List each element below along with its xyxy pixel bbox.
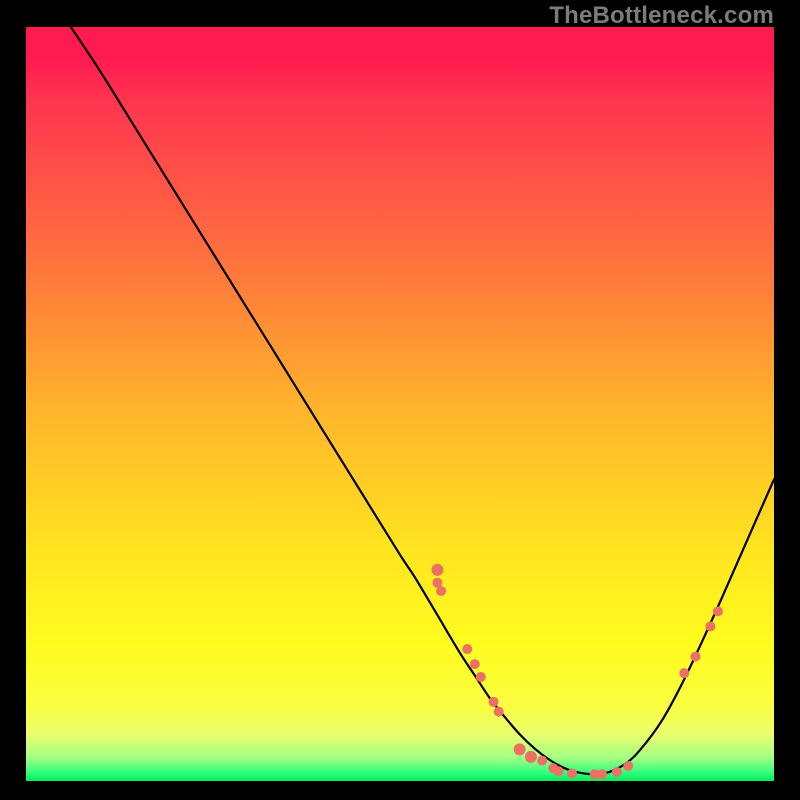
watermark-label: TheBottleneck.com bbox=[549, 2, 774, 30]
curve-marker bbox=[612, 767, 622, 777]
curve-marker bbox=[597, 769, 607, 779]
curve-marker bbox=[436, 586, 446, 596]
curve-marker bbox=[679, 668, 689, 678]
curve-marker bbox=[514, 743, 526, 755]
curve-marker bbox=[476, 672, 486, 682]
curve-marker bbox=[431, 564, 443, 576]
curve-marker bbox=[525, 751, 537, 763]
chart-svg bbox=[26, 27, 774, 781]
curve-marker bbox=[623, 761, 633, 771]
curve-line bbox=[71, 27, 774, 774]
curve-marker bbox=[705, 621, 715, 631]
curve-marker bbox=[554, 766, 564, 776]
curve-markers bbox=[431, 564, 723, 779]
curve-marker bbox=[713, 606, 723, 616]
curve-marker bbox=[494, 707, 504, 717]
curve-marker bbox=[462, 644, 472, 654]
curve-marker bbox=[470, 659, 480, 669]
curve-marker bbox=[537, 756, 547, 766]
curve-marker bbox=[567, 768, 577, 778]
chart-frame: TheBottleneck.com bbox=[0, 0, 800, 800]
curve-marker bbox=[489, 697, 499, 707]
plot-area bbox=[26, 27, 774, 781]
curve-marker bbox=[690, 652, 700, 662]
